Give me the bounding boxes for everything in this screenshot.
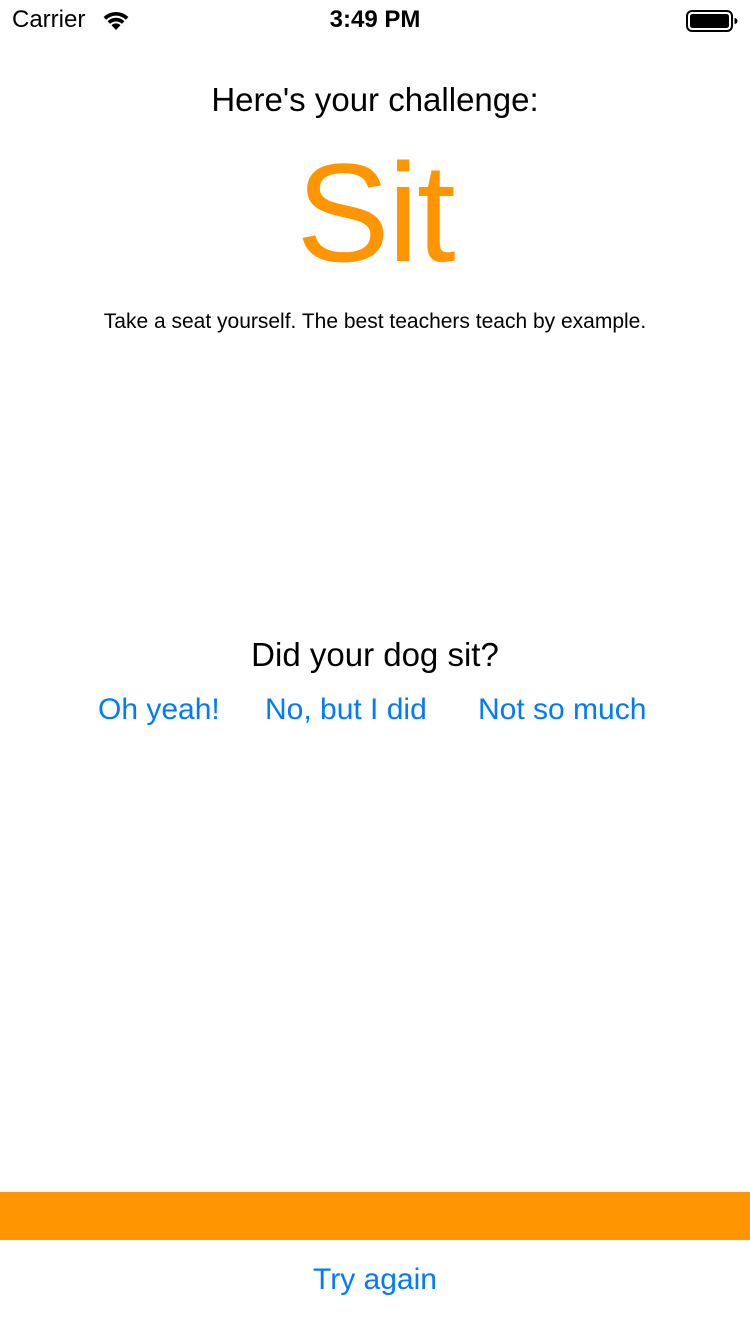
- status-bar: Carrier 3:49 PM: [0, 0, 750, 40]
- question-prompt: Did your dog sit?: [251, 636, 499, 673]
- answer-yes-button[interactable]: Oh yeah!: [98, 690, 220, 730]
- status-time: 3:49 PM: [329, 6, 421, 33]
- try-again-button[interactable]: Try again: [0, 1260, 750, 1300]
- answer-i-did-button[interactable]: No, but I did: [265, 690, 427, 730]
- challenge-tip: Take a seat yourself. The best teachers …: [103, 310, 647, 333]
- answer-no-button[interactable]: Not so much: [478, 690, 646, 730]
- challenge-command: Sit: [296, 134, 455, 291]
- challenge-heading: Here's your challenge:: [211, 81, 539, 118]
- accent-bar: [0, 1192, 750, 1240]
- battery-full-icon: [686, 10, 738, 32]
